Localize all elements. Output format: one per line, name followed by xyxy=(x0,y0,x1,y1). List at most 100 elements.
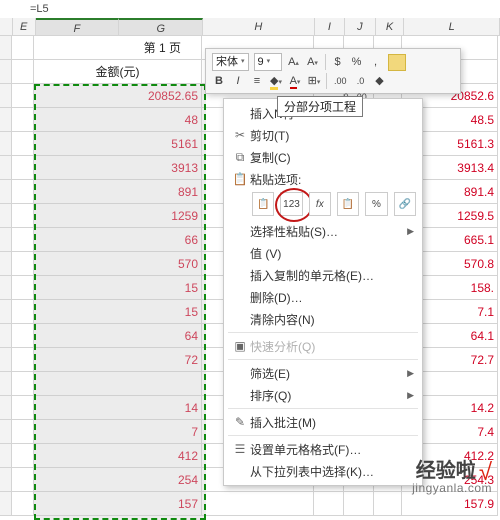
row-hdr[interactable] xyxy=(0,132,12,156)
cell-fg[interactable]: 254 xyxy=(34,468,202,492)
cell-fg[interactable]: 7 xyxy=(34,420,202,444)
font-color-button[interactable]: A▾ xyxy=(288,73,302,89)
cell-fg[interactable]: 72 xyxy=(34,348,202,372)
formula-text: =L5 xyxy=(30,3,49,15)
cell-fg[interactable]: 15 xyxy=(34,276,202,300)
cell-fg[interactable] xyxy=(34,372,202,396)
menu-format-cells[interactable]: ☰设置单元格格式(F)… xyxy=(224,438,422,460)
border-button[interactable]: ⊞▾ xyxy=(307,73,321,89)
row-hdr[interactable] xyxy=(0,444,12,468)
menu-cut[interactable]: ✂剪切(T) xyxy=(224,124,422,146)
cell-k[interactable] xyxy=(374,492,402,516)
row-hdr[interactable] xyxy=(0,420,12,444)
row-hdr[interactable] xyxy=(0,492,12,516)
col-J[interactable]: J xyxy=(345,18,376,36)
row-header-spacer xyxy=(0,18,13,36)
mini-toolbar[interactable]: 宋体▾ 9▾ A▴ A▾ $ % , B I ≡ ◆▾ A▾ ⊞▾ .00→.0… xyxy=(205,48,461,94)
menu-paste-options: 📋粘贴选项: xyxy=(224,168,422,190)
col-H[interactable]: H xyxy=(203,18,314,36)
cell-fg[interactable]: 412 xyxy=(34,444,202,468)
percent-button[interactable]: % xyxy=(350,54,364,70)
row-hdr[interactable] xyxy=(0,156,12,180)
row-hdr[interactable] xyxy=(0,228,12,252)
bold-button[interactable]: B xyxy=(212,73,226,89)
menu-clear[interactable]: 清除内容(N) xyxy=(224,308,422,330)
row-hdr[interactable] xyxy=(0,276,12,300)
paste-values[interactable]: 123 xyxy=(280,192,302,216)
decrease-decimal-button[interactable]: .00→.0 xyxy=(332,73,349,89)
context-menu[interactable]: 插入N行 ✂剪切(T) ⧉复制(C) 📋粘贴选项: 📋 123 fx 📋 % 🔗… xyxy=(223,98,423,486)
chevron-right-icon: ▶ xyxy=(407,226,414,237)
paste-formulas[interactable]: fx xyxy=(309,192,331,216)
col-G[interactable]: G xyxy=(119,18,203,36)
decrease-font-icon[interactable]: A▾ xyxy=(306,54,320,70)
align-button[interactable]: ≡ xyxy=(250,73,264,89)
menu-select-from-dropdown[interactable]: 从下拉列表中选择(K)… xyxy=(224,460,422,482)
comment-icon: ✎ xyxy=(230,415,250,429)
col-K[interactable]: K xyxy=(376,18,405,36)
italic-button[interactable]: I xyxy=(231,73,245,89)
format-button[interactable]: ◆ xyxy=(373,73,387,89)
cell-fg[interactable]: 5161 xyxy=(34,132,202,156)
paste-transpose[interactable]: 📋 xyxy=(337,192,359,216)
lens-icon: ▣ xyxy=(230,339,250,353)
row-hdr[interactable] xyxy=(0,396,12,420)
cell-fg[interactable]: 570 xyxy=(34,252,202,276)
amount-header[interactable]: 金额(元) xyxy=(34,60,202,84)
font-family-select[interactable]: 宋体▾ xyxy=(212,53,249,71)
watermark: 经验啦 √ jingyanla.com xyxy=(412,458,492,494)
cell-fg[interactable]: 157 xyxy=(34,492,202,516)
menu-insert-comment[interactable]: ✎插入批注(M) xyxy=(224,411,422,433)
row-hdr[interactable] xyxy=(0,36,12,60)
row-hdr[interactable] xyxy=(0,468,12,492)
row-hdr[interactable] xyxy=(0,372,12,396)
row-hdr[interactable] xyxy=(0,300,12,324)
col-L[interactable]: L xyxy=(404,18,500,36)
row-hdr[interactable] xyxy=(0,84,12,108)
fill-color-button[interactable]: ◆▾ xyxy=(269,73,283,89)
cell-l[interactable]: 157.9 xyxy=(402,492,498,516)
increase-decimal-button[interactable]: .0.00 xyxy=(354,73,368,89)
row-hdr[interactable] xyxy=(0,108,12,132)
col-E[interactable]: E xyxy=(13,18,36,36)
menu-value[interactable]: 值 (V) xyxy=(224,242,422,264)
cell-fg[interactable]: 20852.65 xyxy=(34,84,202,108)
format-painter-icon[interactable] xyxy=(388,54,406,71)
menu-quick-analysis: ▣快速分析(Q) xyxy=(224,335,422,357)
menu-filter[interactable]: 筛选(E)▶ xyxy=(224,362,422,384)
col-F[interactable]: F xyxy=(36,18,120,36)
row-hdr[interactable] xyxy=(0,348,12,372)
page-cell[interactable]: 第 1 页 xyxy=(34,36,202,60)
copy-icon: ⧉ xyxy=(230,150,250,165)
cell-fg[interactable]: 891 xyxy=(34,180,202,204)
formula-bar[interactable]: =L5 xyxy=(0,0,500,19)
cell-fg[interactable]: 15 xyxy=(34,300,202,324)
row-hdr[interactable] xyxy=(0,204,12,228)
paste-default[interactable]: 📋 xyxy=(252,192,274,216)
column-headers[interactable]: E F G H I J K L xyxy=(0,18,500,36)
increase-font-icon[interactable]: A▴ xyxy=(287,54,301,70)
scissors-icon: ✂ xyxy=(230,128,250,142)
menu-insert-copied[interactable]: 插入复制的单元格(E)… xyxy=(224,264,422,286)
col-I[interactable]: I xyxy=(315,18,346,36)
paste-link[interactable]: 🔗 xyxy=(394,192,416,216)
chevron-down-icon: ▾ xyxy=(241,55,245,69)
row-hdr[interactable] xyxy=(0,324,12,348)
menu-copy[interactable]: ⧉复制(C) xyxy=(224,146,422,168)
gear-icon: ☰ xyxy=(230,442,250,456)
font-size-select[interactable]: 9▾ xyxy=(254,53,282,71)
cell-fg[interactable]: 3913 xyxy=(34,156,202,180)
menu-paste-special[interactable]: 选择性粘贴(S)…▶ xyxy=(224,220,422,242)
cell-fg[interactable]: 64 xyxy=(34,324,202,348)
row-hdr[interactable] xyxy=(0,180,12,204)
cell-fg[interactable]: 14 xyxy=(34,396,202,420)
cell-fg[interactable]: 1259 xyxy=(34,204,202,228)
cell-fg[interactable]: 48 xyxy=(34,108,202,132)
row-hdr[interactable] xyxy=(0,252,12,276)
menu-delete[interactable]: 删除(D)… xyxy=(224,286,422,308)
comma-button[interactable]: , xyxy=(369,54,383,70)
paste-formatting[interactable]: % xyxy=(365,192,387,216)
menu-sort[interactable]: 排序(Q)▶ xyxy=(224,384,422,406)
cell-fg[interactable]: 66 xyxy=(34,228,202,252)
currency-button[interactable]: $ xyxy=(331,54,345,70)
